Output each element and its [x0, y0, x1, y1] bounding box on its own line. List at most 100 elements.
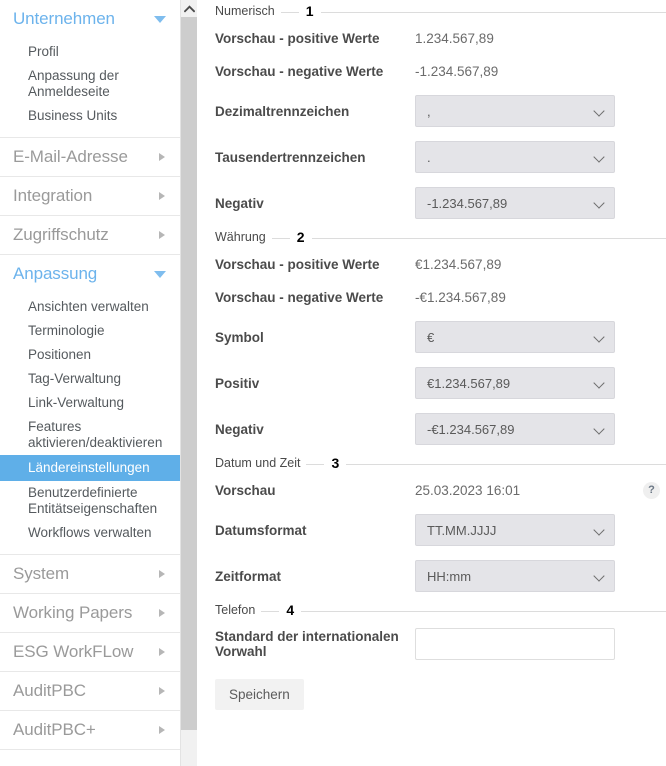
sidebar-item-esg-workflow[interactable]: ESG WorkFLow [0, 633, 180, 671]
select-value: €1.234.567,89 [427, 375, 511, 391]
preview-row: Vorschau 25.03.2023 16:01? [197, 474, 666, 507]
sidebar-item-ländereinstellungen[interactable]: Ländereinstellungen [0, 455, 180, 481]
section-title: Währung [215, 230, 266, 244]
sidebar-group-label: Integration [13, 186, 93, 205]
chevron-down-icon[interactable] [594, 378, 605, 389]
sidebar-item-zugriffschutz[interactable]: Zugriffschutz [0, 216, 180, 254]
sidebar-item-positionen[interactable]: Positionen [0, 343, 180, 367]
chevron-right-icon[interactable] [159, 231, 165, 239]
sidebar-group-label: Anpassung [13, 264, 98, 283]
sidebar-item-business-units[interactable]: Business Units [0, 104, 180, 128]
section-rule [311, 237, 666, 239]
section-rule [346, 463, 666, 465]
field-label: Negativ [215, 421, 264, 437]
sidebar-scrollbar[interactable] [181, 0, 197, 766]
sidebar-item-benutzerdefinierte-entitätseigenschaften[interactable]: Benutzerdefinierte Entitätseigenschaften [0, 481, 180, 521]
select-negativ[interactable]: -€1.234.567,89 [415, 413, 615, 445]
sidebar-item-working-papers[interactable]: Working Papers [0, 594, 180, 632]
select-zeitformat[interactable]: HH:mm [415, 560, 615, 592]
preview-value: -1.234.567,89 [415, 64, 499, 79]
sidebar-item-anpassung[interactable]: Anpassung [0, 255, 180, 293]
sidebar-group-zugriffschutz: Zugriffschutz [0, 216, 180, 255]
section-rule-left [280, 11, 299, 13]
international-dial-code-input[interactable] [415, 628, 615, 660]
help-icon[interactable]: ? [643, 482, 660, 499]
section-step-number: 2 [289, 229, 312, 245]
section-währung: Währung 2 Vorschau - positive Werte €1.234.… [197, 226, 666, 452]
sidebar-item-auditpbc[interactable]: AuditPBC [0, 672, 180, 710]
sidebar-group-label: System [13, 564, 70, 583]
section-header: Währung 2 [197, 226, 666, 248]
sidebar-item-profil[interactable]: Profil [0, 40, 180, 64]
select-datumsformat[interactable]: TT.MM.JJJJ [415, 514, 615, 546]
select-tausendertrennzeichen[interactable]: . [415, 141, 615, 173]
section-step-number: 3 [324, 455, 347, 471]
sidebar-item-tag-verwaltung[interactable]: Tag-Verwaltung [0, 367, 180, 391]
chevron-down-icon[interactable] [594, 332, 605, 343]
save-button[interactable]: Speichern [215, 679, 304, 710]
select-value: € [427, 329, 435, 345]
sidebar-item-auditpbc[interactable]: AuditPBC+ [0, 711, 180, 749]
sidebar-item-workflows-verwalten[interactable]: Workflows verwalten [0, 521, 180, 545]
field-label: Vorschau [215, 483, 276, 498]
sidebar-group-anpassung: Anpassung Ansichten verwalten Terminologie… [0, 255, 180, 555]
section-title: Datum und Zeit [215, 456, 301, 470]
sidebar-item-ansichten-verwalten[interactable]: Ansichten verwalten [0, 295, 180, 319]
sidebar-item-integration[interactable]: Integration [0, 177, 180, 215]
field-label: Symbol [215, 329, 264, 345]
select-row: Negativ -1.234.567,89 [197, 180, 666, 226]
chevron-right-icon[interactable] [159, 687, 165, 695]
chevron-down-icon[interactable] [594, 106, 605, 117]
section-title: Numerisch [215, 4, 275, 18]
field-label: Standard der internationalen Vorwahl [215, 629, 399, 659]
chevron-down-icon[interactable] [594, 571, 605, 582]
chevron-down-icon[interactable] [594, 424, 605, 435]
chevron-right-icon[interactable] [159, 192, 165, 200]
select-negativ[interactable]: -1.234.567,89 [415, 187, 615, 219]
sidebar-item-terminologie[interactable]: Terminologie [0, 319, 180, 343]
chevron-right-icon[interactable] [159, 648, 165, 656]
sidebar-group-label: ESG WorkFLow [13, 642, 134, 661]
select-positiv[interactable]: €1.234.567,89 [415, 367, 615, 399]
sidebar-item-features-aktivieren-deaktivieren[interactable]: Features aktivieren/deaktivieren [0, 415, 180, 455]
chevron-right-icon[interactable] [159, 609, 165, 617]
section-rule-left [261, 610, 280, 612]
preview-value: -€1.234.567,89 [415, 290, 506, 305]
select-row: Tausendertrennzeichen. [197, 134, 666, 180]
sidebar-item-e-mail-adresse[interactable]: E-Mail-Adresse [0, 138, 180, 176]
select-dezimaltrennzeichen[interactable]: , [415, 95, 615, 127]
sidebar-item-unternehmen[interactable]: Unternehmen [0, 0, 180, 38]
sidebar-item-link-verwaltung[interactable]: Link-Verwaltung [0, 391, 180, 415]
locale-settings-form: Numerisch 1 Vorschau - positive Werte 1.234… [197, 0, 666, 766]
sidebar-group-label: Unternehmen [13, 9, 115, 28]
chevron-down-icon[interactable] [154, 15, 166, 23]
chevron-right-icon[interactable] [159, 726, 165, 734]
scrollbar-thumb[interactable] [181, 17, 197, 730]
chevron-down-icon[interactable] [154, 270, 166, 278]
preview-row: Vorschau - negative Werte -1.234.567,89 [197, 55, 666, 88]
select-row: Negativ -€1.234.567,89 [197, 406, 666, 452]
chevron-right-icon[interactable] [159, 153, 165, 161]
scrollbar-up-arrow-icon[interactable] [181, 0, 197, 17]
sidebar-group-integration: Integration [0, 177, 180, 216]
field-label: Dezimaltrennzeichen [215, 103, 350, 119]
section-header: Numerisch 1 [197, 0, 666, 22]
select-row: Dezimaltrennzeichen, [197, 88, 666, 134]
select-symbol[interactable]: € [415, 321, 615, 353]
chevron-down-icon[interactable] [594, 198, 605, 209]
sidebar-item-anpassung-der-anmeldeseite[interactable]: Anpassung der Anmeldeseite [0, 64, 180, 104]
section-rule-left [306, 463, 325, 465]
sidebar-group-auditpbc: AuditPBC+ [0, 711, 180, 750]
sidebar-submenu: Ansichten verwalten Terminologie Positione… [0, 293, 180, 554]
section-step-number: 4 [279, 602, 302, 618]
chevron-right-icon[interactable] [159, 570, 165, 578]
field-label: Negativ [215, 195, 264, 211]
chevron-down-icon[interactable] [594, 525, 605, 536]
chevron-down-icon[interactable] [594, 152, 605, 163]
sidebar-item-system[interactable]: System [0, 555, 180, 593]
preview-row: Vorschau - negative Werte -€1.234.567,89 [197, 281, 666, 314]
sidebar-group-esg-workflow: ESG WorkFLow [0, 633, 180, 672]
field-label: Vorschau - negative Werte [215, 290, 384, 305]
select-value: -€1.234.567,89 [427, 421, 515, 437]
section-header: Datum und Zeit 3 [197, 452, 666, 474]
